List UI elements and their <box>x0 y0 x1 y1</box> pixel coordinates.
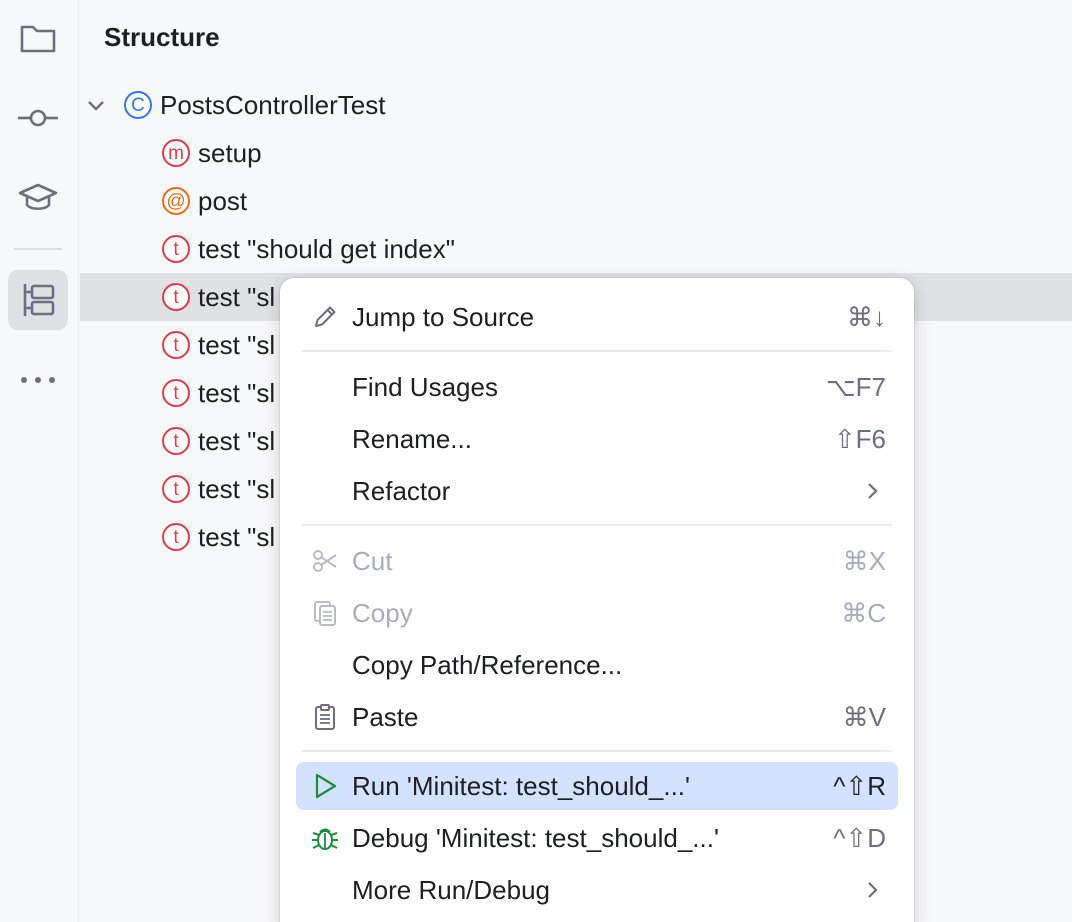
tree-node-label: test "sl <box>198 521 276 552</box>
menu-item-shortcut: ⇧F6 <box>833 423 886 454</box>
tool-strip-separator <box>14 248 62 250</box>
scissors-icon <box>310 546 340 576</box>
tool-window-strip <box>0 0 79 922</box>
tree-row[interactable]: t test "should get index" <box>80 225 1072 273</box>
pencil-icon <box>310 302 340 332</box>
menu-item-copy[interactable]: Copy ⌘C <box>296 589 898 637</box>
panel-title: Structure <box>104 22 220 52</box>
commit-tool-button[interactable] <box>8 88 68 148</box>
test-icon: t <box>162 379 190 407</box>
tree-node-label: test "sl <box>198 425 276 456</box>
menu-item-label: Jump to Source <box>352 301 535 332</box>
menu-item-label: Cut <box>352 545 393 576</box>
class-icon: C <box>124 91 152 119</box>
tree-node-label: test "sl <box>198 473 276 504</box>
menu-item-shortcut: ⌘X <box>842 545 886 576</box>
run-icon <box>310 771 340 801</box>
tree-row[interactable]: @ post <box>80 177 1072 225</box>
test-icon: t <box>162 235 190 263</box>
tree-root-row[interactable]: C PostsControllerTest <box>80 81 1072 129</box>
menu-item-cut[interactable]: Cut ⌘X <box>296 537 898 585</box>
menu-item-shortcut: ⌘V <box>842 701 886 732</box>
tree-node-label: setup <box>198 137 262 168</box>
menu-item-more-run-debug[interactable]: More Run/Debug <box>296 866 898 914</box>
debug-icon <box>310 823 340 853</box>
tree-node-label: test "sl <box>198 377 276 408</box>
menu-item-label: Find Usages <box>352 371 498 402</box>
tree-node-label: test "sl <box>198 281 276 312</box>
menu-item-label: Run 'Minitest: test_should_...' <box>352 770 690 801</box>
menu-separator <box>302 524 892 526</box>
menu-separator <box>302 350 892 352</box>
tree-node-label: test "sl <box>198 329 276 360</box>
menu-separator <box>302 750 892 752</box>
chevron-right-icon <box>868 483 878 499</box>
more-tool-windows-button[interactable] <box>8 350 68 410</box>
test-icon: t <box>162 523 190 551</box>
tree-node-label: post <box>198 185 248 216</box>
context-menu: Jump to Source ⌘↓ Find Usages ⌥F7 Rename… <box>280 278 914 922</box>
tree-row[interactable]: m setup <box>80 129 1072 177</box>
more-icon <box>21 377 55 383</box>
menu-item-paste[interactable]: Paste ⌘V <box>296 693 898 741</box>
method-icon: m <box>162 139 190 167</box>
menu-item-label: Paste <box>352 701 419 732</box>
learn-icon <box>18 183 58 211</box>
menu-item-shortcut: ⌘C <box>841 597 886 628</box>
clipboard-icon <box>310 702 340 732</box>
tree-node-label: test "should get index" <box>198 233 455 264</box>
test-icon: t <box>162 331 190 359</box>
menu-item-label: Copy <box>352 597 413 628</box>
menu-item-label: Refactor <box>352 475 451 506</box>
tree-node-label: PostsControllerTest <box>160 89 386 120</box>
menu-item-jump-to-source[interactable]: Jump to Source ⌘↓ <box>296 293 898 341</box>
menu-item-label: Copy Path/Reference... <box>352 649 623 680</box>
project-folder-icon <box>20 25 56 53</box>
menu-item-shortcut: ^⇧D <box>833 822 886 853</box>
menu-item-shortcut: ^⇧R <box>833 770 886 801</box>
menu-item-shortcut: ⌘↓ <box>847 301 886 332</box>
menu-item-run[interactable]: Run 'Minitest: test_should_...' ^⇧R <box>296 762 898 810</box>
chevron-down-icon[interactable] <box>86 95 106 115</box>
learn-tool-button[interactable] <box>8 168 68 228</box>
menu-item-label: Rename... <box>352 423 472 454</box>
copy-icon <box>310 598 340 628</box>
menu-item-find-usages[interactable]: Find Usages ⌥F7 <box>296 363 898 411</box>
test-icon: t <box>162 475 190 503</box>
menu-item-label: Debug 'Minitest: test_should_...' <box>352 822 719 853</box>
structure-icon <box>23 284 55 316</box>
attribute-icon: @ <box>162 187 190 215</box>
project-tool-button[interactable] <box>8 8 68 68</box>
test-icon: t <box>162 283 190 311</box>
commit-icon <box>18 109 58 127</box>
structure-tool-button[interactable] <box>8 270 68 330</box>
menu-item-label: More Run/Debug <box>352 874 550 905</box>
menu-item-rename[interactable]: Rename... ⇧F6 <box>296 415 898 463</box>
menu-item-shortcut: ⌥F7 <box>825 371 886 402</box>
menu-item-copy-path-reference[interactable]: Copy Path/Reference... <box>296 641 898 689</box>
test-icon: t <box>162 427 190 455</box>
menu-item-debug[interactable]: Debug 'Minitest: test_should_...' ^⇧D <box>296 814 898 862</box>
menu-item-refactor[interactable]: Refactor <box>296 467 898 515</box>
chevron-right-icon <box>868 882 878 898</box>
